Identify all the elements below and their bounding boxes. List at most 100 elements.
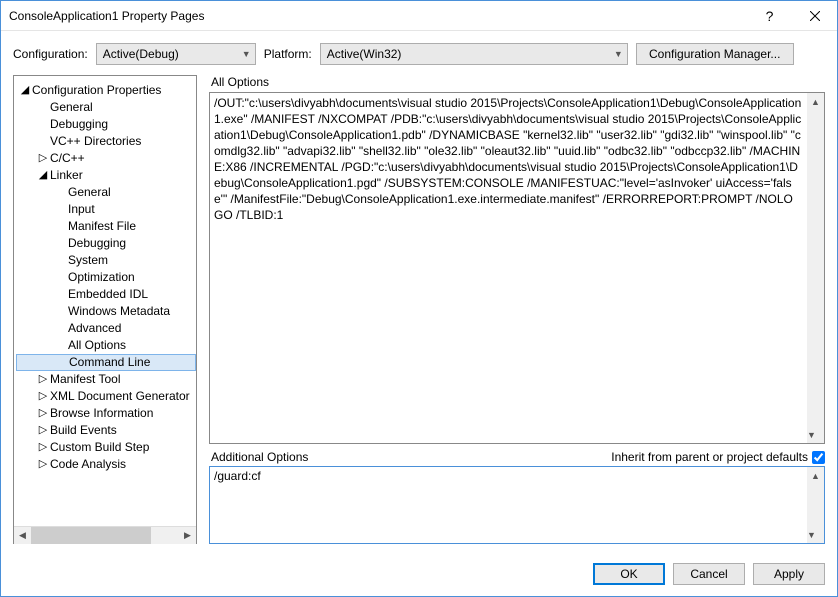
- tree-label: Command Line: [69, 354, 150, 371]
- caret-right-icon: ▷: [38, 456, 48, 473]
- caret-right-icon: ▷: [38, 150, 48, 167]
- button-row: OK Cancel Apply: [1, 552, 837, 596]
- tree-label: Debugging: [50, 116, 108, 133]
- tree-item-manifest-tool[interactable]: ▷Manifest Tool: [16, 371, 196, 388]
- all-options-textbox[interactable]: /OUT:"c:\users\divyabh\documents\visual …: [209, 92, 825, 444]
- right-pane: All Options /OUT:"c:\users\divyabh\docum…: [209, 75, 825, 544]
- tree-label: VC++ Directories: [50, 133, 141, 150]
- platform-label: Platform:: [264, 47, 312, 61]
- inherit-row: Additional Options Inherit from parent o…: [209, 450, 825, 464]
- scroll-track[interactable]: [31, 527, 179, 544]
- additional-options-textbox[interactable]: /guard:cf ▲ ▼: [209, 466, 825, 544]
- tree-label: Configuration Properties: [32, 82, 161, 99]
- tree[interactable]: ◢Configuration Properties ▷General ▷Debu…: [14, 82, 196, 526]
- tree-label: Optimization: [68, 269, 135, 286]
- caret-down-icon: ◢: [20, 82, 30, 99]
- additional-options-value: /guard:cf: [214, 469, 261, 483]
- tree-label: All Options: [68, 337, 126, 354]
- tree-item-linker-command-line[interactable]: ▷Command Line: [16, 354, 196, 371]
- tree-label: Advanced: [68, 320, 121, 337]
- tree-item-build-events[interactable]: ▷Build Events: [16, 422, 196, 439]
- tree-label: C/C++: [50, 150, 85, 167]
- tree-item-linker-debugging[interactable]: ▷Debugging: [16, 235, 196, 252]
- scroll-up-icon[interactable]: ▲: [807, 467, 824, 484]
- all-options-label: All Options: [211, 75, 825, 89]
- tree-item-linker-advanced[interactable]: ▷Advanced: [16, 320, 196, 337]
- property-pages-window: ConsoleApplication1 Property Pages ? Con…: [0, 0, 838, 597]
- caret-right-icon: ▷: [38, 439, 48, 456]
- chevron-down-icon: ▼: [242, 49, 251, 59]
- scroll-down-icon[interactable]: ▼: [807, 526, 816, 543]
- tree-item-linker-all-options[interactable]: ▷All Options: [16, 337, 196, 354]
- tree-item-linker-win-metadata[interactable]: ▷Windows Metadata: [16, 303, 196, 320]
- tree-item-linker-embedded-idl[interactable]: ▷Embedded IDL: [16, 286, 196, 303]
- scroll-down-icon[interactable]: ▼: [807, 426, 816, 443]
- chevron-down-icon: ▼: [614, 49, 623, 59]
- scroll-thumb[interactable]: [31, 527, 151, 544]
- tree-item-linker[interactable]: ◢Linker: [16, 167, 196, 184]
- tree-label: Manifest Tool: [50, 371, 120, 388]
- window-title: ConsoleApplication1 Property Pages: [9, 9, 747, 23]
- help-button[interactable]: ?: [747, 1, 792, 30]
- tree-label: General: [50, 99, 93, 116]
- tree-label: Build Events: [50, 422, 117, 439]
- caret-right-icon: ▷: [38, 388, 48, 405]
- tree-item-linker-system[interactable]: ▷System: [16, 252, 196, 269]
- tree-item-custom-build[interactable]: ▷Custom Build Step: [16, 439, 196, 456]
- tree-label: Browse Information: [50, 405, 153, 422]
- titlebar: ConsoleApplication1 Property Pages ?: [1, 1, 837, 31]
- caret-down-icon: ◢: [38, 167, 48, 184]
- ok-label: OK: [620, 567, 637, 581]
- cancel-button[interactable]: Cancel: [673, 563, 745, 585]
- tree-label: Debugging: [68, 235, 126, 252]
- inherit-checkbox[interactable]: [812, 451, 825, 464]
- tree-item-xml-doc[interactable]: ▷XML Document Generator: [16, 388, 196, 405]
- platform-dropdown[interactable]: Active(Win32) ▼: [320, 43, 628, 65]
- tree-item-linker-input[interactable]: ▷Input: [16, 201, 196, 218]
- configuration-label: Configuration:: [13, 47, 88, 61]
- ok-button[interactable]: OK: [593, 563, 665, 585]
- tree-item-browse-info[interactable]: ▷Browse Information: [16, 405, 196, 422]
- tree-item-debugging[interactable]: ▷Debugging: [16, 116, 196, 133]
- tree-label: Linker: [50, 167, 83, 184]
- tree-item-linker-manifest-file[interactable]: ▷Manifest File: [16, 218, 196, 235]
- caret-right-icon: ▷: [38, 405, 48, 422]
- tree-item-vcpp[interactable]: ▷VC++ Directories: [16, 133, 196, 150]
- tree-label: General: [68, 184, 111, 201]
- apply-label: Apply: [774, 567, 804, 581]
- configuration-dropdown[interactable]: Active(Debug) ▼: [96, 43, 256, 65]
- cancel-label: Cancel: [690, 567, 727, 581]
- close-button[interactable]: [792, 1, 837, 30]
- configuration-manager-label: Configuration Manager...: [649, 47, 780, 61]
- caret-right-icon: ▷: [38, 371, 48, 388]
- all-options-text: /OUT:"c:\users\divyabh\documents\visual …: [214, 95, 820, 223]
- configuration-manager-button[interactable]: Configuration Manager...: [636, 43, 794, 65]
- v-scrollbar[interactable]: ▲ ▼: [807, 467, 824, 543]
- scroll-left-icon[interactable]: ◀: [14, 527, 31, 544]
- scroll-up-icon[interactable]: ▲: [807, 93, 824, 110]
- tree-item-general[interactable]: ▷General: [16, 99, 196, 116]
- tree-item-linker-optimization[interactable]: ▷Optimization: [16, 269, 196, 286]
- tree-label: Manifest File: [68, 218, 136, 235]
- tree-label: Code Analysis: [50, 456, 126, 473]
- scroll-right-icon[interactable]: ▶: [179, 527, 196, 544]
- configuration-value: Active(Debug): [103, 47, 179, 61]
- tree-label: XML Document Generator: [50, 388, 190, 405]
- tree-item-ccpp[interactable]: ▷C/C++: [16, 150, 196, 167]
- body: ◢Configuration Properties ▷General ▷Debu…: [1, 75, 837, 552]
- tree-root[interactable]: ◢Configuration Properties: [16, 82, 196, 99]
- apply-button[interactable]: Apply: [753, 563, 825, 585]
- tree-label: Custom Build Step: [50, 439, 149, 456]
- config-row: Configuration: Active(Debug) ▼ Platform:…: [1, 31, 837, 75]
- tree-panel: ◢Configuration Properties ▷General ▷Debu…: [13, 75, 197, 544]
- tree-item-code-analysis[interactable]: ▷Code Analysis: [16, 456, 196, 473]
- inherit-label: Inherit from parent or project defaults: [611, 450, 808, 464]
- v-scrollbar[interactable]: ▲ ▼: [807, 93, 824, 443]
- tree-label: Input: [68, 201, 95, 218]
- additional-options-label: Additional Options: [211, 450, 308, 464]
- tree-h-scrollbar[interactable]: ◀ ▶: [14, 526, 196, 543]
- tree-label: Windows Metadata: [68, 303, 170, 320]
- tree-label: Embedded IDL: [68, 286, 148, 303]
- tree-label: System: [68, 252, 108, 269]
- tree-item-linker-general[interactable]: ▷General: [16, 184, 196, 201]
